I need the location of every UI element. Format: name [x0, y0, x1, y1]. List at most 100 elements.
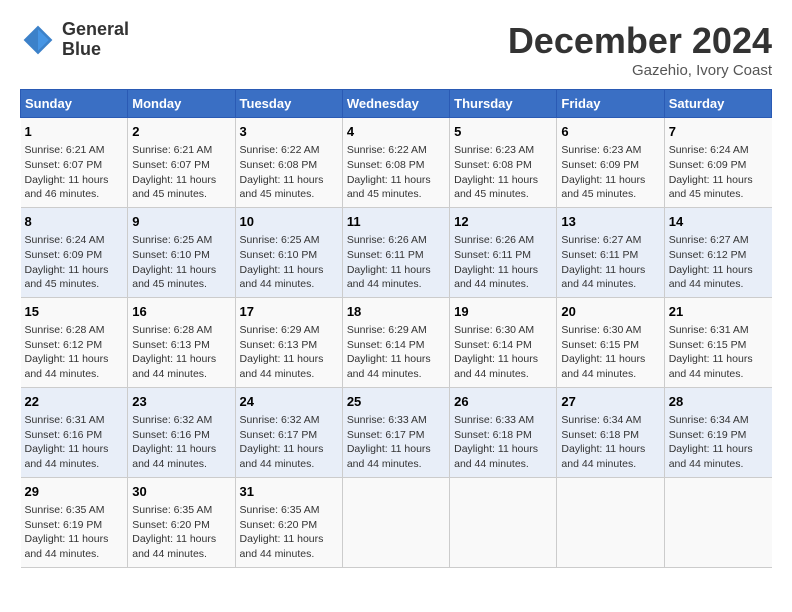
day-info: Sunrise: 6:27 AMSunset: 6:12 PMDaylight:… [669, 233, 768, 292]
day-number: 23 [132, 393, 230, 411]
calendar-week-1: 1 Sunrise: 6:21 AMSunset: 6:07 PMDaylight… [21, 118, 772, 208]
calendar-cell: 16 Sunrise: 6:28 AMSunset: 6:13 PMDayligh… [128, 297, 235, 387]
day-info: Sunrise: 6:33 AMSunset: 6:17 PMDaylight:… [347, 413, 445, 472]
calendar-cell: 18Sunrise: 6:29 AMSunset: 6:14 PMDayligh… [342, 297, 449, 387]
day-number: 13 [561, 213, 659, 231]
calendar-cell: 29 Sunrise: 6:35 AMSunset: 6:19 PMDayligh… [21, 477, 128, 567]
day-info: Sunrise: 6:35 AMSunset: 6:20 PMDaylight:… [132, 503, 230, 562]
day-info: Sunrise: 6:32 AMSunset: 6:17 PMDaylight:… [240, 413, 338, 472]
calendar-cell: 26Sunrise: 6:33 AMSunset: 6:18 PMDayligh… [450, 387, 557, 477]
day-info: Sunrise: 6:27 AMSunset: 6:11 PMDaylight:… [561, 233, 659, 292]
calendar-cell: 9 Sunrise: 6:25 AMSunset: 6:10 PMDaylight… [128, 207, 235, 297]
day-number: 31 [240, 483, 338, 501]
calendar-cell: 3 Sunrise: 6:22 AMSunset: 6:08 PMDaylight… [235, 118, 342, 208]
calendar-cell: 17Sunrise: 6:29 AMSunset: 6:13 PMDayligh… [235, 297, 342, 387]
calendar-cell: 22Sunrise: 6:31 AMSunset: 6:16 PMDayligh… [21, 387, 128, 477]
calendar-cell [342, 477, 449, 567]
day-info: Sunrise: 6:23 AMSunset: 6:08 PMDaylight:… [454, 143, 552, 202]
calendar-cell: 30 Sunrise: 6:35 AMSunset: 6:20 PMDayligh… [128, 477, 235, 567]
day-info: Sunrise: 6:35 AMSunset: 6:19 PMDaylight:… [25, 503, 124, 562]
day-info: Sunrise: 6:35 AMSunset: 6:20 PMDaylight:… [240, 503, 338, 562]
calendar-cell: 27 Sunrise: 6:34 AMSunset: 6:18 PMDayligh… [557, 387, 664, 477]
calendar-cell: 15 Sunrise: 6:28 AMSunset: 6:12 PMDayligh… [21, 297, 128, 387]
day-info: Sunrise: 6:23 AMSunset: 6:09 PMDaylight:… [561, 143, 659, 202]
day-number: 18 [347, 303, 445, 321]
header-friday: Friday [557, 90, 664, 118]
day-number: 7 [669, 123, 768, 141]
day-number: 16 [132, 303, 230, 321]
calendar-cell: 5 Sunrise: 6:23 AMSunset: 6:08 PMDaylight… [450, 118, 557, 208]
calendar-cell: 2Sunrise: 6:21 AMSunset: 6:07 PMDaylight… [128, 118, 235, 208]
day-info: Sunrise: 6:25 AMSunset: 6:10 PMDaylight:… [240, 233, 338, 292]
day-number: 2 [132, 123, 230, 141]
day-info: Sunrise: 6:31 AMSunset: 6:15 PMDaylight:… [669, 323, 768, 382]
day-number: 15 [25, 303, 124, 321]
day-number: 28 [669, 393, 768, 411]
calendar-cell: 28Sunrise: 6:34 AMSunset: 6:19 PMDayligh… [664, 387, 771, 477]
day-info: Sunrise: 6:29 AMSunset: 6:13 PMDaylight:… [240, 323, 338, 382]
day-number: 6 [561, 123, 659, 141]
day-number: 21 [669, 303, 768, 321]
day-info: Sunrise: 6:28 AMSunset: 6:12 PMDaylight:… [25, 323, 124, 382]
day-info: Sunrise: 6:30 AMSunset: 6:14 PMDaylight:… [454, 323, 552, 382]
header-sunday: Sunday [21, 90, 128, 118]
day-info: Sunrise: 6:25 AMSunset: 6:10 PMDaylight:… [132, 233, 230, 292]
calendar-cell [664, 477, 771, 567]
day-number: 25 [347, 393, 445, 411]
day-number: 8 [25, 213, 124, 231]
calendar-cell: 31 Sunrise: 6:35 AMSunset: 6:20 PMDayligh… [235, 477, 342, 567]
day-info: Sunrise: 6:22 AMSunset: 6:08 PMDaylight:… [347, 143, 445, 202]
day-number: 12 [454, 213, 552, 231]
day-info: Sunrise: 6:34 AMSunset: 6:18 PMDaylight:… [561, 413, 659, 472]
calendar-cell: 19 Sunrise: 6:30 AMSunset: 6:14 PMDayligh… [450, 297, 557, 387]
calendar-cell: 1 Sunrise: 6:21 AMSunset: 6:07 PMDaylight… [21, 118, 128, 208]
day-number: 30 [132, 483, 230, 501]
day-number: 19 [454, 303, 552, 321]
day-number: 27 [561, 393, 659, 411]
day-number: 24 [240, 393, 338, 411]
day-info: Sunrise: 6:32 AMSunset: 6:16 PMDaylight:… [132, 413, 230, 472]
header-monday: Monday [128, 90, 235, 118]
location: Gazehio, Ivory Coast [508, 62, 772, 79]
calendar-cell: 13 Sunrise: 6:27 AMSunset: 6:11 PMDayligh… [557, 207, 664, 297]
month-title: December 2024 [508, 20, 772, 62]
day-info: Sunrise: 6:31 AMSunset: 6:16 PMDaylight:… [25, 413, 124, 472]
calendar-cell: 8 Sunrise: 6:24 AMSunset: 6:09 PMDaylight… [21, 207, 128, 297]
day-number: 11 [347, 213, 445, 231]
days-header-row: SundayMondayTuesdayWednesdayThursdayFrid… [21, 90, 772, 118]
day-number: 5 [454, 123, 552, 141]
logo-text: General Blue [62, 20, 129, 60]
day-info: Sunrise: 6:28 AMSunset: 6:13 PMDaylight:… [132, 323, 230, 382]
day-info: Sunrise: 6:26 AMSunset: 6:11 PMDaylight:… [347, 233, 445, 292]
calendar-cell: 21 Sunrise: 6:31 AMSunset: 6:15 PMDayligh… [664, 297, 771, 387]
day-number: 14 [669, 213, 768, 231]
calendar-cell: 23 Sunrise: 6:32 AMSunset: 6:16 PMDayligh… [128, 387, 235, 477]
calendar-cell [450, 477, 557, 567]
calendar-table: SundayMondayTuesdayWednesdayThursdayFrid… [20, 89, 772, 568]
header-wednesday: Wednesday [342, 90, 449, 118]
day-number: 26 [454, 393, 552, 411]
calendar-cell: 7Sunrise: 6:24 AMSunset: 6:09 PMDaylight… [664, 118, 771, 208]
day-info: Sunrise: 6:21 AMSunset: 6:07 PMDaylight:… [25, 143, 124, 202]
day-number: 3 [240, 123, 338, 141]
logo: General Blue [20, 20, 129, 60]
day-info: Sunrise: 6:22 AMSunset: 6:08 PMDaylight:… [240, 143, 338, 202]
calendar-cell: 11 Sunrise: 6:26 AMSunset: 6:11 PMDayligh… [342, 207, 449, 297]
calendar-week-3: 15 Sunrise: 6:28 AMSunset: 6:12 PMDayligh… [21, 297, 772, 387]
calendar-cell: 14 Sunrise: 6:27 AMSunset: 6:12 PMDayligh… [664, 207, 771, 297]
day-number: 29 [25, 483, 124, 501]
calendar-week-4: 22Sunrise: 6:31 AMSunset: 6:16 PMDayligh… [21, 387, 772, 477]
calendar-cell: 24 Sunrise: 6:32 AMSunset: 6:17 PMDayligh… [235, 387, 342, 477]
calendar-cell: 12 Sunrise: 6:26 AMSunset: 6:11 PMDayligh… [450, 207, 557, 297]
day-number: 20 [561, 303, 659, 321]
calendar-cell: 25 Sunrise: 6:33 AMSunset: 6:17 PMDayligh… [342, 387, 449, 477]
day-info: Sunrise: 6:26 AMSunset: 6:11 PMDaylight:… [454, 233, 552, 292]
calendar-cell: 20Sunrise: 6:30 AMSunset: 6:15 PMDayligh… [557, 297, 664, 387]
day-number: 9 [132, 213, 230, 231]
day-info: Sunrise: 6:24 AMSunset: 6:09 PMDaylight:… [25, 233, 124, 292]
calendar-week-2: 8 Sunrise: 6:24 AMSunset: 6:09 PMDaylight… [21, 207, 772, 297]
day-number: 1 [25, 123, 124, 141]
header-saturday: Saturday [664, 90, 771, 118]
calendar-cell: 10Sunrise: 6:25 AMSunset: 6:10 PMDayligh… [235, 207, 342, 297]
calendar-cell: 4Sunrise: 6:22 AMSunset: 6:08 PMDaylight… [342, 118, 449, 208]
